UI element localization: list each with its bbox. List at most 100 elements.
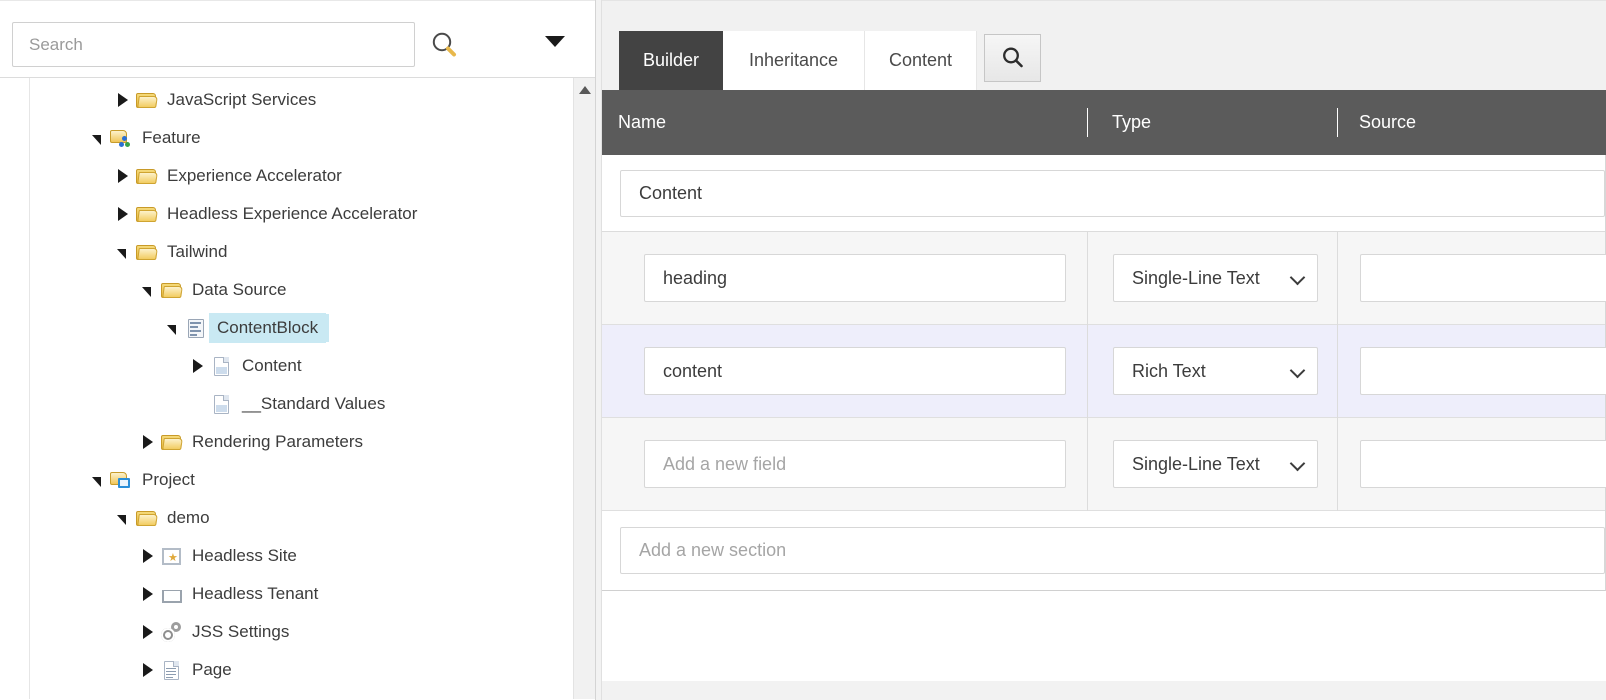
tree-item-label: Experience Accelerator <box>167 165 350 187</box>
tree-item-label: Headless Tenant <box>192 583 326 605</box>
chevron-down-icon <box>1290 270 1306 286</box>
field-type-select[interactable]: Single-Line Text <box>1113 254 1318 302</box>
tree-scrollbar[interactable] <box>573 78 595 699</box>
tree-item-label: Headless Experience Accelerator <box>167 203 425 225</box>
tree-item-label: demo <box>167 507 218 529</box>
expand-arrow-icon[interactable] <box>111 207 135 221</box>
field-name-cell <box>597 418 1088 511</box>
tree-item-label: Headless Site <box>192 545 305 567</box>
field-name-cell <box>597 232 1088 325</box>
field-source-input[interactable] <box>1360 254 1606 302</box>
chevron-down-icon <box>1290 363 1306 379</box>
tree-item-label: Content <box>242 355 310 377</box>
collapse-arrow-icon[interactable] <box>111 247 135 257</box>
search-button[interactable] <box>984 34 1041 82</box>
search-icon[interactable] <box>428 29 462 63</box>
builder-tabs: Builder Inheritance Content <box>596 0 1606 90</box>
tree-item[interactable]: demo <box>30 499 575 537</box>
tree-item-label: Rendering Parameters <box>192 431 371 453</box>
expand-arrow-icon[interactable] <box>136 435 160 449</box>
tree-item[interactable]: ContentBlock <box>30 309 575 347</box>
field-source-cell <box>1338 325 1606 418</box>
tree-item-label: ContentBlock <box>217 317 326 339</box>
tree-item[interactable]: Data Source <box>30 271 575 309</box>
expand-arrow-icon[interactable] <box>136 549 160 563</box>
tree-item[interactable]: Tailwind <box>30 233 575 271</box>
section-name-input[interactable] <box>620 170 1605 217</box>
panel-empty-area <box>596 591 1606 681</box>
field-type-value: Single-Line Text <box>1132 268 1260 289</box>
column-header-source: Source <box>1337 90 1606 155</box>
tree-item-label: JSS Settings <box>192 621 297 643</box>
collapse-arrow-icon[interactable] <box>161 323 185 333</box>
folder-icon <box>135 507 161 529</box>
field-rows: Single-Line Text Rich Text Single-Line Tex… <box>597 232 1605 511</box>
folder-project-icon <box>110 469 136 491</box>
folder-icon <box>160 279 186 301</box>
folder-icon <box>135 241 161 263</box>
tab-inheritance[interactable]: Inheritance <box>723 31 865 90</box>
tree-item-label: __Standard Values <box>242 393 393 415</box>
tab-builder[interactable]: Builder <box>619 31 723 90</box>
expand-arrow-icon[interactable] <box>111 93 135 107</box>
field-type-cell: Single-Line Text <box>1088 232 1338 325</box>
field-name-input[interactable] <box>644 254 1066 302</box>
template-builder-panel: Builder Inheritance Content Name Type So… <box>596 0 1606 700</box>
field-type-value: Single-Line Text <box>1132 454 1260 475</box>
field-row: Single-Line Text <box>597 418 1605 511</box>
field-source-cell <box>1338 418 1606 511</box>
add-new-section-input[interactable] <box>620 527 1605 574</box>
tree-item[interactable]: Rendering Parameters <box>30 423 575 461</box>
tree-item[interactable]: Headless Experience Accelerator <box>30 195 575 233</box>
tree-item[interactable]: __Standard Values <box>30 385 575 423</box>
add-new-section-row <box>597 511 1605 590</box>
chevron-down-icon[interactable] <box>545 36 565 47</box>
folder-icon <box>135 165 161 187</box>
tree-item[interactable]: Experience Accelerator <box>30 157 575 195</box>
expand-arrow-icon[interactable] <box>111 169 135 183</box>
expand-arrow-icon[interactable] <box>136 587 160 601</box>
tree-item[interactable]: JSS Settings <box>30 613 575 651</box>
tree-item[interactable]: Project <box>30 461 575 499</box>
content-tree-list: JavaScript ServicesFeature Experience Acc… <box>30 78 575 689</box>
window-icon <box>160 583 186 605</box>
collapse-arrow-icon[interactable] <box>86 133 110 143</box>
field-type-select[interactable]: Single-Line Text <box>1113 440 1318 488</box>
tree-item-label: Tailwind <box>167 241 235 263</box>
sitecore-template-builder-screen: JavaScript ServicesFeature Experience Acc… <box>0 0 1606 700</box>
tree-item[interactable]: Feature <box>30 119 575 157</box>
document-lined-icon <box>160 659 186 681</box>
expand-arrow-icon[interactable] <box>186 359 210 373</box>
collapse-arrow-icon[interactable] <box>111 513 135 523</box>
document-icon <box>210 355 236 377</box>
expand-arrow-icon[interactable] <box>136 663 160 677</box>
tree-item[interactable]: Content <box>30 347 575 385</box>
tree-item[interactable]: JavaScript Services <box>30 81 575 119</box>
folder-icon <box>160 431 186 453</box>
field-source-input[interactable] <box>1360 440 1606 488</box>
content-tree-panel: JavaScript ServicesFeature Experience Acc… <box>0 0 596 700</box>
search-input[interactable] <box>12 22 415 67</box>
tree-item[interactable]: Page <box>30 651 575 689</box>
field-type-value: Rich Text <box>1132 361 1206 382</box>
gears-icon <box>160 621 186 643</box>
caret-up-icon[interactable] <box>579 86 591 94</box>
collapse-arrow-icon[interactable] <box>86 475 110 485</box>
expand-arrow-icon[interactable] <box>136 625 160 639</box>
field-type-cell: Rich Text <box>1088 325 1338 418</box>
collapse-arrow-icon[interactable] <box>136 285 160 295</box>
tree-item[interactable]: ★Headless Site <box>30 537 575 575</box>
field-name-cell <box>597 325 1088 418</box>
tree-item[interactable]: Headless Tenant <box>30 575 575 613</box>
document-icon <box>210 393 236 415</box>
tree-item-label: Project <box>142 469 203 491</box>
field-name-input[interactable] <box>644 440 1066 488</box>
folder-feature-icon <box>110 127 136 149</box>
folder-icon <box>135 89 161 111</box>
field-name-input[interactable] <box>644 347 1066 395</box>
field-type-select[interactable]: Rich Text <box>1113 347 1318 395</box>
tree-item-label: Page <box>192 659 240 681</box>
template-icon <box>185 317 211 339</box>
field-source-input[interactable] <box>1360 347 1606 395</box>
tab-content[interactable]: Content <box>865 31 977 90</box>
